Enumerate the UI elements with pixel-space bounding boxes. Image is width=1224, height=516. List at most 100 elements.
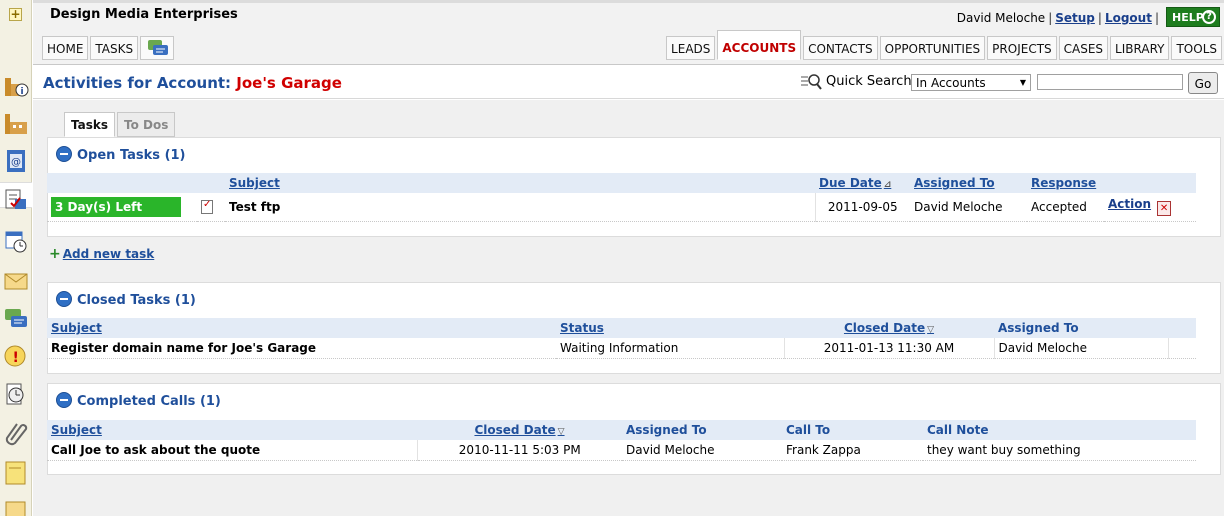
col-due-date[interactable]: Due Date ⊿ <box>815 173 910 193</box>
tab-library[interactable]: LIBRARY <box>1110 36 1170 60</box>
account-info-icon[interactable]: i <box>3 72 29 98</box>
user-bar: David Meloche | Setup | Logout | <box>956 11 1159 25</box>
main-content: Tasks To Dos Open Tasks (1) Subject Due … <box>33 100 1224 516</box>
col-closed-date-label: Closed Date <box>843 321 926 335</box>
open-tasks-table: Subject Due Date ⊿ Assigned To Response 3… <box>47 173 1196 222</box>
col-closed-date-label: Closed Date <box>474 423 556 437</box>
calendar-icon[interactable] <box>3 228 29 254</box>
tab-contacts[interactable]: CONTACTS <box>803 36 878 60</box>
open-tasks-header[interactable]: Open Tasks (1) <box>56 146 186 163</box>
activity-subtabs: Tasks To Dos <box>64 112 176 137</box>
search-input[interactable] <box>1037 74 1183 90</box>
title-row: Activities for Account: Joe's Garage Qui… <box>33 66 1224 99</box>
account-name: Joe's Garage <box>236 74 342 92</box>
table-header-row: Subject Closed Date ▽ Assigned To Call To… <box>47 420 1196 440</box>
top-divider <box>33 0 1224 3</box>
left-icon-rail: + i @ ! <box>0 0 32 516</box>
tab-todos[interactable]: To Dos <box>117 112 176 137</box>
activities-tab[interactable] <box>0 182 32 209</box>
task-response: Accepted <box>1027 193 1104 222</box>
add-new-task-label: Add new task <box>62 247 155 261</box>
open-tasks-title: Open Tasks (1) <box>77 148 186 163</box>
sort-desc-icon: ▽ <box>557 427 565 437</box>
col-subject[interactable]: Subject <box>225 173 815 193</box>
address-book-icon[interactable]: @ <box>3 148 29 174</box>
help-label: HELP <box>1172 11 1204 24</box>
tab-tools[interactable]: TOOLS <box>1171 36 1222 60</box>
tab-messages[interactable] <box>140 36 175 60</box>
action-link[interactable]: Action <box>1108 197 1151 211</box>
tab-accounts[interactable]: ACCOUNTS <box>717 30 802 60</box>
alert-icon[interactable]: ! <box>3 344 29 370</box>
closed-tasks-header[interactable]: Closed Tasks (1) <box>56 291 196 308</box>
call-subject[interactable]: Call Joe to ask about the quote <box>47 440 417 461</box>
collapse-icon[interactable] <box>56 146 72 162</box>
col-closed-date[interactable]: Closed Date ▽ <box>784 318 994 338</box>
sort-desc-icon: ▽ <box>927 325 935 335</box>
call-closed-date: 2010-11-11 5:03 PM <box>416 440 622 461</box>
page-title-prefix: Activities for Account: <box>43 74 232 92</box>
col-call-note: Call Note <box>927 423 989 437</box>
accounts-icon[interactable] <box>3 110 29 136</box>
history-icon[interactable] <box>3 382 29 408</box>
notes-icon[interactable] <box>3 460 29 486</box>
app-header: Design Media Enterprises David Meloche | S… <box>33 0 1224 65</box>
col-due-date-label: Due Date <box>819 176 882 190</box>
collapse-icon[interactable] <box>56 291 72 307</box>
closed-task-subject[interactable]: Register domain name for Joe's Garage <box>47 338 556 359</box>
search-scope-value: In Accounts <box>916 76 986 90</box>
email-icon[interactable] <box>3 268 29 294</box>
col-closed-date[interactable]: Closed Date ▽ <box>417 420 622 440</box>
tab-projects[interactable]: PROJECTS <box>987 36 1057 60</box>
plus-icon: + <box>49 246 61 262</box>
col-assigned-to[interactable]: Assigned To <box>910 173 1027 193</box>
main-nav-tabs: LEADS ACCOUNTS CONTACTS OPPORTUNITIES PR… <box>666 30 1222 66</box>
task-icon <box>201 199 213 214</box>
col-response[interactable]: Response <box>1027 173 1104 193</box>
call-assigned-to: David Meloche <box>622 440 782 461</box>
setup-link[interactable]: Setup <box>1055 11 1095 25</box>
search-scope-select[interactable]: In Accounts ▼ <box>911 74 1031 91</box>
tab-tasks-sub[interactable]: Tasks <box>64 112 116 137</box>
sort-asc-icon: ⊿ <box>883 180 892 190</box>
table-row: Register domain name for Joe's Garage Wa… <box>47 338 1196 359</box>
add-new-task-link[interactable]: + Add new task <box>49 246 154 262</box>
activities-icon <box>5 189 26 209</box>
tab-leads[interactable]: LEADS <box>666 36 716 60</box>
delete-icon[interactable]: ✕ <box>1157 201 1172 217</box>
logout-link[interactable]: Logout <box>1105 11 1152 25</box>
closed-task-status: Waiting Information <box>556 338 784 359</box>
completed-calls-table: Subject Closed Date ▽ Assigned To Call To… <box>47 420 1196 461</box>
chat-bubbles-icon <box>148 40 169 55</box>
call-to: Frank Zappa <box>782 440 923 461</box>
col-status[interactable]: Status <box>556 318 784 338</box>
left-nav-tabs: HOME TASKS <box>42 36 175 60</box>
closed-task-date: 2011-01-13 11:30 AM <box>783 338 994 359</box>
svg-text:!: ! <box>13 350 19 366</box>
completed-calls-title: Completed Calls (1) <box>77 394 221 409</box>
tab-cases[interactable]: CASES <box>1058 36 1109 60</box>
completed-calls-header[interactable]: Completed Calls (1) <box>56 392 221 409</box>
go-button[interactable]: Go <box>1188 72 1218 94</box>
tools-icon[interactable] <box>3 500 29 516</box>
task-subject[interactable]: Test ftp <box>225 193 815 222</box>
tab-home[interactable]: HOME <box>42 36 89 60</box>
col-subject[interactable]: Subject <box>47 420 417 440</box>
collapse-icon[interactable] <box>56 392 72 408</box>
expand-plus-icon[interactable]: + <box>9 8 22 21</box>
table-header-row: Subject Status Closed Date ▽ Assigned To <box>47 318 1196 338</box>
table-row: 3 Day(s) Left Test ftp 2011-09-05 David … <box>47 193 1196 222</box>
help-icon: ? <box>1202 10 1216 24</box>
quick-search: Quick Search <box>800 74 912 90</box>
tab-opportunities[interactable]: OPPORTUNITIES <box>879 36 986 60</box>
col-subject[interactable]: Subject <box>47 318 556 338</box>
quick-search-label: Quick Search <box>826 74 912 89</box>
attachment-icon[interactable] <box>3 420 29 446</box>
call-note: they want buy something <box>923 440 1196 461</box>
tab-tasks[interactable]: TASKS <box>90 36 139 60</box>
task-assigned-to: David Meloche <box>910 193 1027 222</box>
days-left-badge: 3 Day(s) Left <box>51 196 181 217</box>
task-due-date: 2011-09-05 <box>814 193 910 222</box>
help-button[interactable]: HELP ? <box>1166 7 1220 27</box>
chat-icon[interactable] <box>3 306 29 332</box>
